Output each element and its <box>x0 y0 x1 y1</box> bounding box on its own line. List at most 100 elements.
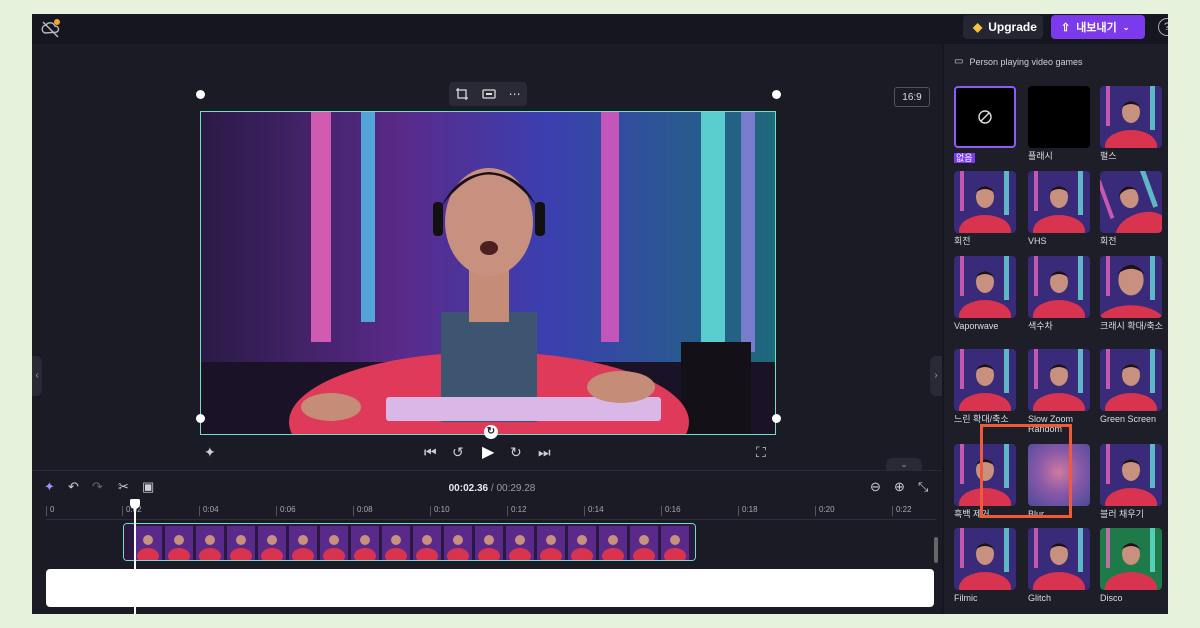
export-label: 내보내기 <box>1076 22 1117 34</box>
timeline-collapse-toggle[interactable]: ⌄ <box>886 458 922 470</box>
effect-label: 없음 <box>954 153 975 163</box>
fit-icon[interactable] <box>482 87 496 101</box>
effect-label: VHS <box>1028 236 1047 246</box>
upgrade-button[interactable]: ◆ Upgrade <box>963 15 1043 39</box>
effect-thumbnail <box>954 86 1016 148</box>
person-thumbnail-image <box>1028 256 1090 318</box>
more-icon[interactable]: ⋯ <box>509 87 521 101</box>
scissors-icon[interactable]: ✂ <box>118 479 129 495</box>
left-panel-toggle[interactable]: ‹ <box>32 356 42 396</box>
effect-thumbnail <box>1028 256 1090 318</box>
person-thumbnail-image <box>1100 528 1162 590</box>
effect-tile[interactable]: 펄스 <box>1100 86 1164 161</box>
audio-track[interactable] <box>46 569 934 607</box>
playhead[interactable] <box>130 499 140 614</box>
cloud-off-icon[interactable] <box>40 18 62 40</box>
effect-thumbnail <box>1028 171 1090 233</box>
ruler-tick: 0:16 <box>661 505 681 516</box>
preview-area: ⋯ 16:9 ↻ ‹ › ✦ ⏮ ↺ ▶ ↻ ⏭ ⛶ <box>32 44 942 470</box>
effect-label: Filmic <box>954 593 978 603</box>
resize-handle-bl[interactable] <box>196 414 205 423</box>
effect-label: Disco <box>1100 593 1123 603</box>
timeline-scrollbar[interactable] <box>934 537 938 563</box>
ruler-tick: 0:04 <box>199 505 219 516</box>
ruler-tick: 0:22 <box>892 505 912 516</box>
effect-tile[interactable]: Vaporwave <box>954 256 1018 331</box>
timecode: 00:02.36 / 00:29.28 <box>412 483 572 494</box>
sparkle-icon[interactable]: ✦ <box>44 479 55 495</box>
video-clip[interactable] <box>123 523 696 561</box>
ruler-tick: 0:18 <box>738 505 758 516</box>
timeline-toolbar: ✦ ↶ ↷ ✂ ▣ 00:02.36 / 00:29.28 ⊖ ⊕ ⤡ <box>32 479 942 499</box>
effect-label: Vaporwave <box>954 321 999 331</box>
zoom-out-icon[interactable]: ⊖ <box>870 479 881 495</box>
video-frame[interactable] <box>200 111 776 435</box>
person-thumbnail-image <box>1100 171 1162 233</box>
effect-tile[interactable]: 없음 <box>954 86 1018 166</box>
effect-label: 펄스 <box>1100 151 1117 161</box>
effect-tile[interactable]: 색수차 <box>1028 256 1092 331</box>
person-thumbnail-image <box>954 256 1016 318</box>
effect-tile[interactable]: 블러 채우기 <box>1100 444 1164 519</box>
skip-back-icon[interactable]: ⏮ <box>424 444 437 461</box>
effect-tile[interactable]: 플래시 <box>1028 86 1092 161</box>
forward-5-icon[interactable]: ↻ <box>510 444 522 461</box>
resize-handle-br[interactable] <box>772 414 781 423</box>
crop-icon[interactable] <box>455 87 469 101</box>
clip-split-icon[interactable]: ▣ <box>142 479 154 495</box>
ruler-tick: 0:12 <box>507 505 527 516</box>
right-panel-toggle[interactable]: › <box>930 356 942 396</box>
person-thumbnail-image <box>1100 349 1162 411</box>
person-thumbnail-image <box>954 349 1016 411</box>
resize-handle-tl[interactable] <box>196 90 205 99</box>
undo-icon[interactable]: ↶ <box>68 479 79 495</box>
skip-forward-icon[interactable]: ⏭ <box>538 444 551 461</box>
effect-tile[interactable]: VHS <box>1028 171 1092 246</box>
rotate-handle-icon[interactable]: ↻ <box>484 425 498 439</box>
person-thumbnail-image <box>1100 256 1162 318</box>
effect-tile[interactable]: Glitch <box>1028 528 1092 603</box>
redo-icon[interactable]: ↷ <box>92 479 103 495</box>
film-icon: ▭ <box>954 56 964 67</box>
effect-thumbnail <box>1100 86 1162 148</box>
effect-tile[interactable]: Filmic <box>954 528 1018 603</box>
effect-thumbnail <box>954 349 1016 411</box>
ruler-tick: 0:10 <box>430 505 450 516</box>
play-icon[interactable]: ▶ <box>482 442 494 462</box>
panel-title-text: Person playing video games <box>969 56 1083 67</box>
export-button[interactable]: ⇧ 내보내기 ⌄ <box>1051 15 1145 39</box>
time-ruler[interactable]: 0 0:02 0:04 0:06 0:08 0:10 0:12 0:14 0:1… <box>45 505 936 520</box>
person-thumbnail-image <box>1100 444 1162 506</box>
resize-handle-tr[interactable] <box>772 90 781 99</box>
ruler-tick: 0:20 <box>815 505 835 516</box>
fit-timeline-icon[interactable]: ⤡ <box>918 479 928 495</box>
effect-thumbnail <box>1028 528 1090 590</box>
magic-camera-icon[interactable]: ✦ <box>204 444 216 461</box>
zoom-in-icon[interactable]: ⊕ <box>894 479 905 495</box>
ruler-tick: 0:06 <box>276 505 296 516</box>
effect-label: 회전 <box>1100 236 1117 246</box>
fullscreen-icon[interactable]: ⛶ <box>756 444 766 461</box>
effect-label: 회전 <box>954 236 971 246</box>
effect-tile[interactable]: Green Screen <box>1100 349 1164 424</box>
effect-tile[interactable]: 회전 <box>1100 171 1164 246</box>
total-time: / 00:29.28 <box>490 483 536 494</box>
rewind-5-icon[interactable]: ↺ <box>452 444 464 461</box>
effect-tile[interactable]: 회전 <box>954 171 1018 246</box>
diamond-icon: ◆ <box>973 20 983 34</box>
effects-panel: ▭ Person playing video games 없음 플래시 펄스회전 VH… <box>944 44 1168 614</box>
aspect-ratio-button[interactable]: 16:9 <box>894 87 930 107</box>
effect-label: 색수차 <box>1028 321 1053 331</box>
effect-tile[interactable]: 크래시 확대/축소 <box>1100 256 1164 331</box>
help-icon[interactable]: ? <box>1158 18 1168 36</box>
ruler-tick: 0:14 <box>584 505 604 516</box>
video-editor-app: ◆ Upgrade ⇧ 내보내기 ⌄ ? ⋯ 16:9 <box>32 14 1168 614</box>
current-time: 00:02.36 <box>448 483 489 494</box>
person-thumbnail-image <box>1028 528 1090 590</box>
effect-tile[interactable]: Slow Zoom Random <box>1028 349 1092 434</box>
effect-tile[interactable]: 느린 확대/축소 <box>954 349 1018 424</box>
video-preview-image <box>201 112 775 434</box>
effect-label: 크래시 확대/축소 <box>1100 321 1163 331</box>
effect-tile[interactable]: Disco <box>1100 528 1164 603</box>
ruler-tick: 0:08 <box>353 505 373 516</box>
